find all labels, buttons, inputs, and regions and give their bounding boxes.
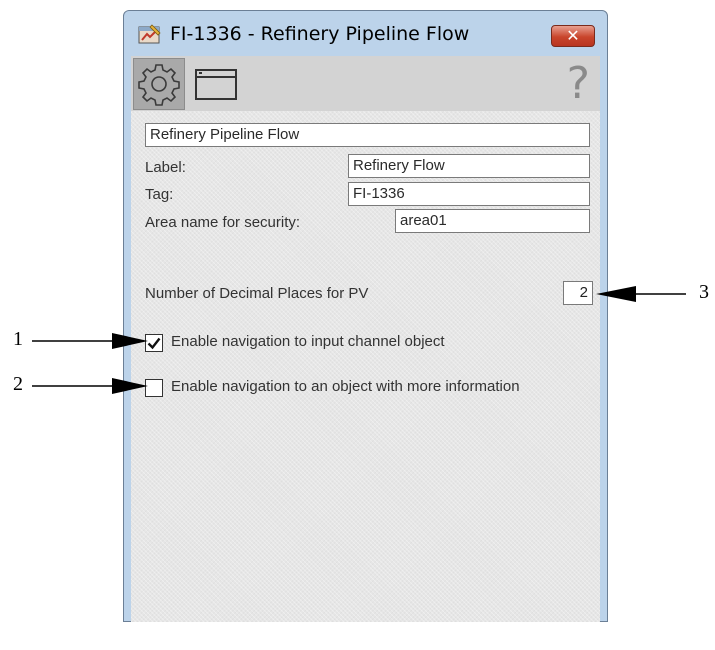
callout-1: 1	[13, 328, 23, 350]
callout-2-arrowhead	[112, 378, 148, 394]
callout-3: 3	[699, 281, 709, 303]
callout-3-arrowhead	[596, 286, 636, 302]
callout-2: 2	[13, 373, 23, 395]
callout-arrows	[32, 286, 686, 394]
callout-1-arrowhead	[112, 333, 148, 349]
